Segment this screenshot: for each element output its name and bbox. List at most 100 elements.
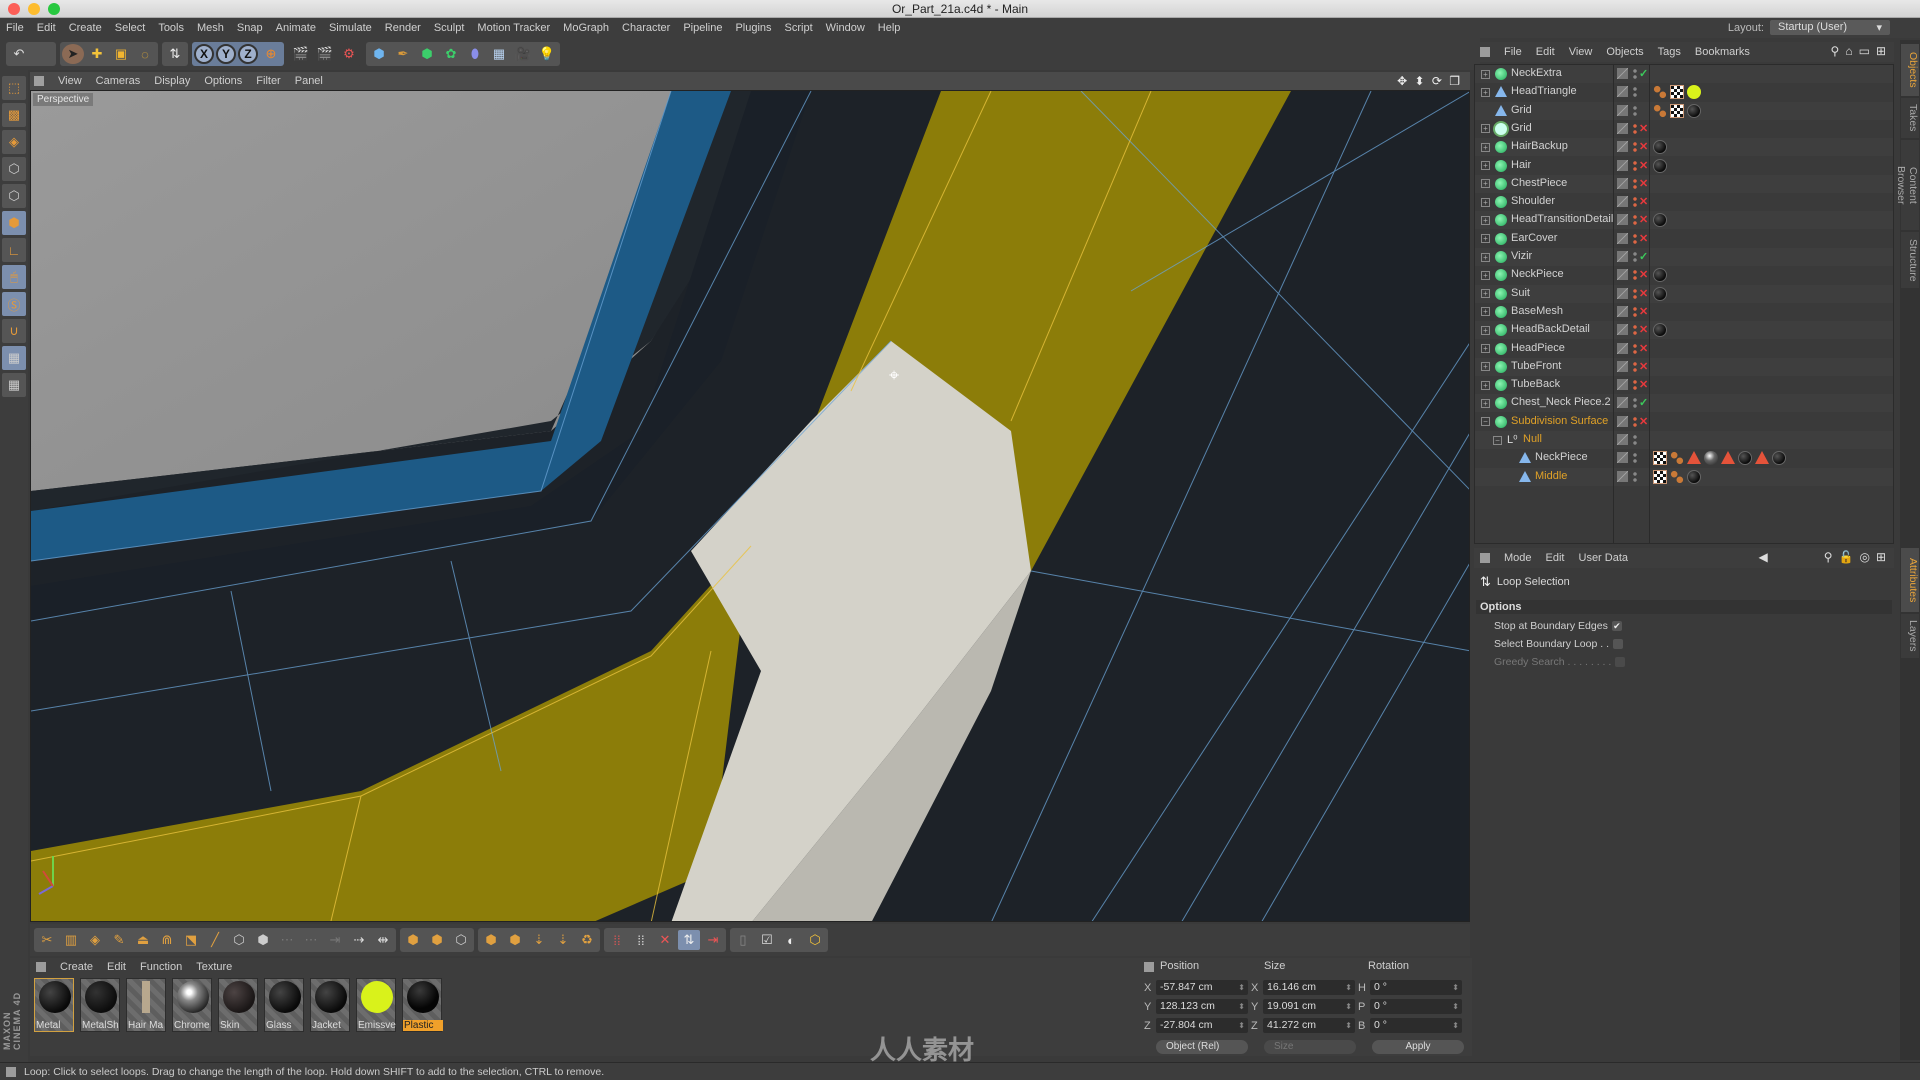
material-menu-create[interactable]: Create: [60, 961, 93, 973]
material-plastic[interactable]: Plastic: [402, 978, 443, 1032]
object-name[interactable]: Grid: [1511, 122, 1532, 134]
menu-animate[interactable]: Animate: [276, 22, 316, 34]
object-name[interactable]: ChestPiece: [1511, 177, 1567, 189]
texture-tag-icon[interactable]: [1653, 469, 1667, 484]
loop-select-icon[interactable]: ⇅: [164, 44, 186, 64]
line-cut-icon[interactable]: ╱: [204, 930, 226, 950]
layer-visibility-icon[interactable]: [1617, 177, 1628, 189]
inner-extrude-icon[interactable]: ⬢: [504, 930, 526, 950]
expand-icon[interactable]: +: [1481, 344, 1490, 353]
editor-render-visibility-dots[interactable]: [1633, 305, 1637, 318]
menu-mesh[interactable]: Mesh: [197, 22, 224, 34]
layer-visibility-icon[interactable]: [1617, 470, 1628, 482]
object-row[interactable]: NeckPiece: [1475, 449, 1893, 467]
light-icon[interactable]: 💡: [536, 44, 558, 64]
rotate-icon[interactable]: ◌: [134, 44, 156, 64]
material-tag-icon[interactable]: [1687, 103, 1701, 118]
select-icon[interactable]: ➤: [62, 44, 84, 64]
mirror-icon[interactable]: ⇢: [348, 930, 370, 950]
viewport-menu-filter[interactable]: Filter: [256, 75, 280, 87]
pen-icon[interactable]: ✒: [392, 44, 414, 64]
chrome-material-tag-icon[interactable]: [1704, 451, 1718, 466]
object-name[interactable]: TubeBack: [1511, 378, 1560, 390]
brush-icon[interactable]: ◈: [84, 930, 106, 950]
editor-render-visibility-dots[interactable]: [1633, 86, 1637, 99]
tweak-icon[interactable]: 🖱: [2, 265, 26, 289]
object-menu-file[interactable]: File: [1504, 46, 1522, 58]
panel-grip-icon[interactable]: [1480, 553, 1490, 563]
make-editable-icon[interactable]: ⬚: [2, 76, 26, 100]
expand-icon[interactable]: +: [1481, 234, 1490, 244]
layer-visibility-icon[interactable]: [1617, 324, 1628, 336]
extrude-icon[interactable]: ⬔: [180, 930, 202, 950]
menu-motion-tracker[interactable]: Motion Tracker: [477, 22, 550, 34]
minimize-icon[interactable]: ▭: [1859, 44, 1870, 58]
layer-visibility-icon[interactable]: [1617, 159, 1628, 171]
y-axis-lock-button[interactable]: Y: [216, 44, 236, 64]
object-row[interactable]: + HairBackup ✕: [1475, 138, 1893, 157]
editor-render-visibility-dots[interactable]: [1633, 177, 1637, 190]
disabled-cross-icon[interactable]: ✕: [1639, 360, 1648, 373]
disabled-cross-icon[interactable]: ✕: [1639, 195, 1648, 208]
layer-visibility-icon[interactable]: [1617, 305, 1628, 317]
object-row[interactable]: + NeckPiece ✕: [1475, 266, 1893, 284]
new-panel-icon[interactable]: ⊞: [1876, 550, 1886, 564]
size-z-field[interactable]: 41.272 cm: [1263, 1018, 1355, 1033]
object-row[interactable]: + HeadTriangle: [1475, 83, 1893, 101]
object-name[interactable]: Suit: [1511, 287, 1530, 299]
object-row[interactable]: + EarCover ✕: [1475, 230, 1893, 248]
rotation-b-field[interactable]: 0 °: [1370, 1018, 1462, 1033]
editor-render-visibility-dots[interactable]: [1633, 68, 1637, 80]
knife-icon[interactable]: ✂: [36, 930, 58, 950]
subdivision-icon[interactable]: ⬢: [416, 44, 438, 64]
loop-select-active-icon[interactable]: ⇅: [678, 930, 700, 950]
tab-objects[interactable]: Objects: [1901, 44, 1919, 96]
bridge-icon[interactable]: ▥: [60, 930, 82, 950]
axis-icon[interactable]: ∟: [2, 238, 26, 262]
slide-icon[interactable]: ⋯: [300, 930, 322, 950]
3d-viewport[interactable]: ⌖ Perspective: [30, 90, 1470, 922]
material-skin[interactable]: Skin: [218, 978, 258, 1032]
editor-render-visibility-dots[interactable]: [1633, 104, 1637, 117]
layer-visibility-icon[interactable]: [1617, 342, 1628, 354]
texture-tag-icon[interactable]: [1670, 103, 1684, 118]
undo-icon[interactable]: ↶: [8, 44, 30, 64]
object-menu-edit[interactable]: Edit: [1536, 46, 1555, 58]
object-row[interactable]: Grid: [1475, 101, 1893, 120]
attr-menu-mode[interactable]: Mode: [1504, 552, 1532, 564]
scale-icon[interactable]: ▣: [110, 44, 132, 64]
select-connected-icon[interactable]: ⬢: [426, 930, 448, 950]
render-picture-viewer-icon[interactable]: 🎬: [314, 44, 336, 64]
deselect-icon[interactable]: ⬡: [450, 930, 472, 950]
stitch-icon[interactable]: ⇥: [324, 930, 346, 950]
disabled-cross-icon[interactable]: ✕: [1639, 268, 1648, 281]
panel-grip-icon[interactable]: [1144, 962, 1154, 972]
bevel-icon[interactable]: ⬡: [228, 930, 250, 950]
object-name[interactable]: HeadPiece: [1511, 342, 1565, 354]
rotation-p-field[interactable]: 0 °: [1370, 999, 1462, 1014]
object-row[interactable]: + Suit ✕: [1475, 284, 1893, 303]
object-menu-tags[interactable]: Tags: [1658, 46, 1681, 58]
viewport-menu-cameras[interactable]: Cameras: [96, 75, 141, 87]
editor-render-visibility-dots[interactable]: [1633, 141, 1637, 154]
material-tag-icon[interactable]: [1738, 451, 1752, 466]
extrude-settings-icon[interactable]: ⬢: [480, 930, 502, 950]
object-name[interactable]: TubeFront: [1511, 360, 1561, 372]
menu-sculpt[interactable]: Sculpt: [434, 22, 465, 34]
material-tag-icon[interactable]: [1772, 451, 1786, 466]
object-row[interactable]: + HeadTransitionDetail ✕: [1475, 211, 1893, 230]
menu-mograph[interactable]: MoGraph: [563, 22, 609, 34]
iron-icon[interactable]: ⏏: [132, 930, 154, 950]
position-x-field[interactable]: -57.847 cm: [1156, 980, 1248, 995]
editor-render-visibility-dots[interactable]: [1633, 415, 1637, 428]
disabled-cross-icon[interactable]: ✕: [1639, 213, 1648, 226]
disconnect-icon[interactable]: ✕: [654, 930, 676, 950]
material-menu-edit[interactable]: Edit: [107, 961, 126, 973]
honeycomb-icon[interactable]: ⬡: [804, 930, 826, 950]
editor-render-visibility-dots[interactable]: [1633, 232, 1637, 245]
editor-render-visibility-dots[interactable]: [1633, 287, 1637, 300]
panel-grip-icon[interactable]: [1480, 47, 1490, 57]
viewport-menu-panel[interactable]: Panel: [295, 75, 323, 87]
expand-icon[interactable]: +: [1481, 124, 1490, 134]
viewport-menu-view[interactable]: View: [58, 75, 82, 87]
